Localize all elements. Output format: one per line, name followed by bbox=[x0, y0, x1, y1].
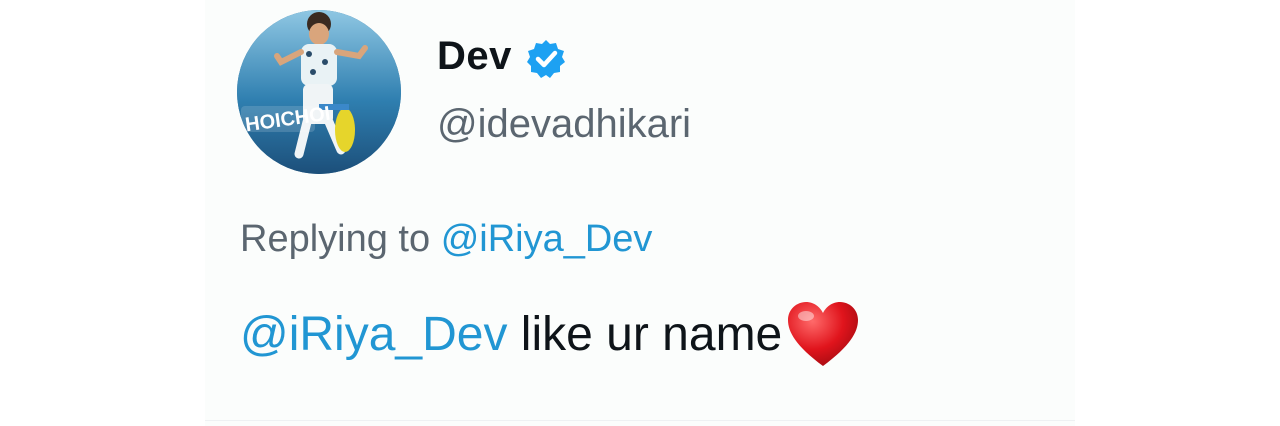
divider bbox=[205, 420, 1075, 421]
replying-to-link[interactable]: @iRiya_Dev bbox=[441, 218, 653, 260]
heart-emoji-icon bbox=[786, 300, 860, 368]
author-handle[interactable]: @idevadhikari bbox=[437, 104, 691, 144]
author-display-name[interactable]: Dev bbox=[437, 36, 512, 76]
tweet-body: @iRiya_Dev like ur name bbox=[240, 300, 860, 368]
tweet-screenshot: HOICHOI Dev @idevadhikari Replying to @i… bbox=[0, 0, 1280, 426]
avatar-image: HOICHOI bbox=[237, 10, 401, 174]
replying-to-label: Replying to bbox=[240, 218, 431, 260]
replying-to-line: Replying to @iRiya_Dev bbox=[240, 220, 652, 258]
avatar[interactable]: HOICHOI bbox=[237, 10, 401, 174]
tweet-body-text: like ur name bbox=[507, 308, 783, 361]
tweet-mention-link[interactable]: @iRiya_Dev bbox=[240, 308, 507, 361]
verified-badge-icon bbox=[525, 38, 567, 80]
